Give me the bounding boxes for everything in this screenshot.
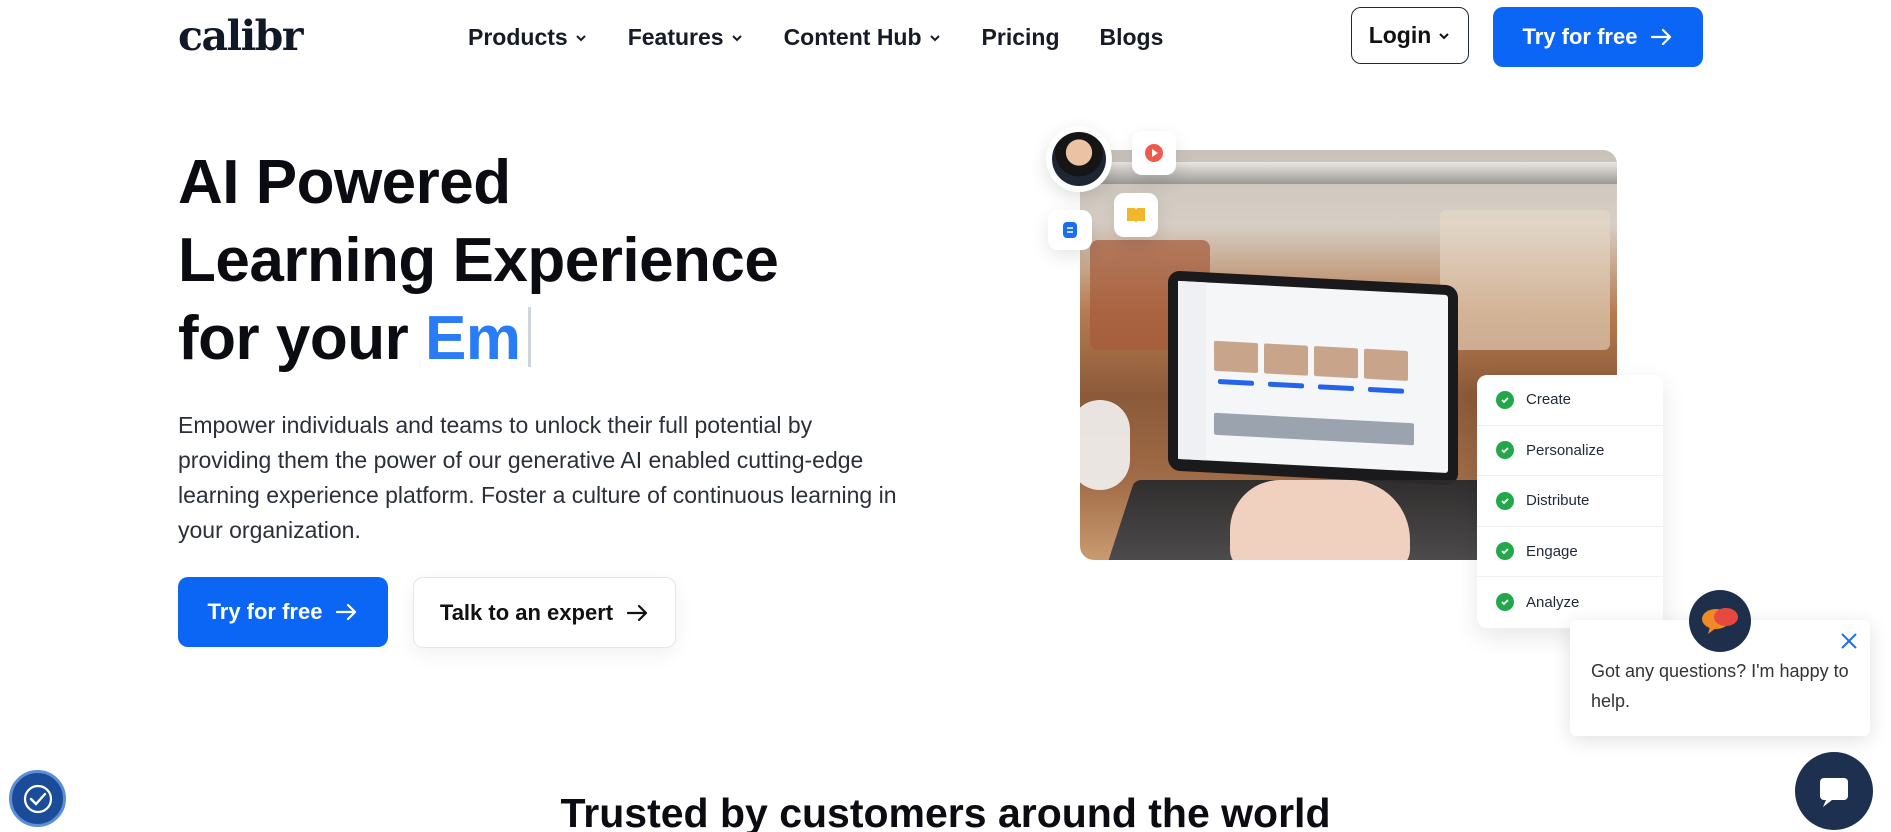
login-button[interactable]: Login [1351,7,1469,64]
nav-item-label: Pricing [981,24,1060,50]
avatar [1046,126,1112,192]
arrow-right-icon [627,604,648,621]
trusted-heading: Trusted by customers around the world [560,790,1331,832]
hero-description: Empower individuals and teams to unlock … [178,412,897,543]
book-icon [1114,193,1158,237]
photo-cup [1080,400,1130,490]
login-label: Login [1368,22,1432,48]
nav-item-products[interactable]: Products [468,24,588,51]
logo[interactable]: calibr [178,12,303,60]
nav-item-label: Products [468,24,568,50]
chat-message: Got any questions? I'm happy to help. [1591,661,1849,711]
close-icon[interactable] [1838,630,1860,652]
step-label: Distribute [1526,492,1590,510]
typed-text: Em [424,304,521,373]
chat-icon [1689,590,1751,652]
step-label: Create [1526,391,1572,409]
step-label: Personalize [1526,441,1605,459]
screen-card-row [1214,412,1414,446]
talk-to-expert-button[interactable]: Talk to an expert [413,577,676,648]
screen-card [1314,346,1358,379]
nav-item-label: Blogs [1099,24,1164,50]
secondary-cta-label: Talk to an expert [439,599,614,625]
screen-card [1364,348,1408,381]
arrow-right-icon [1651,28,1672,46]
doc-icon [1048,210,1092,250]
screen-button [1318,384,1354,392]
nav-item-pricing[interactable]: Pricing [982,24,1060,51]
typing-caret [528,307,532,367]
check-icon [1496,542,1514,561]
check-icon [1496,593,1514,612]
arrow-right-icon [336,603,357,621]
chevron-down-icon [929,34,940,41]
step-label: Engage [1526,542,1578,560]
check-icon [1496,390,1514,409]
screen-card [1264,343,1308,376]
hero-title: AI Powered Learning Experience for your … [178,144,779,378]
step-item: Distribute [1477,476,1663,527]
play-icon [1132,131,1176,175]
site-header: calibr Products Features Content Hub Pri… [0,0,1891,76]
screen-card [1214,340,1258,374]
steps-card: Create Personalize Distribute Engage Ana… [1477,375,1663,628]
try-for-free-button[interactable]: Try for free [178,577,388,647]
main-nav: Products Features Content Hub Pricing Bl… [468,24,1163,51]
screen-sidebar [1178,280,1206,461]
hero-title-line3: for your [178,304,409,373]
primary-cta-label: Try for free [207,599,323,624]
screen-button [1268,381,1304,389]
chevron-down-icon [575,34,586,41]
laptop [1168,270,1458,486]
chevron-down-icon [731,34,742,41]
step-item: Personalize [1477,426,1663,476]
screen-button [1218,379,1254,386]
nav-item-label: Features [627,24,724,50]
nav-item-blogs[interactable]: Blogs [1100,24,1164,51]
step-item: Engage [1477,527,1663,577]
screen-button [1368,386,1404,394]
check-icon [1496,441,1514,460]
hero-title-line2: Learning Experience [178,226,779,295]
try-for-free-header-button[interactable]: Try for free [1493,7,1703,67]
step-label: Analyze [1526,593,1580,611]
nav-item-content-hub[interactable]: Content Hub [784,24,942,51]
avatar-face [1052,132,1106,186]
check-icon [1496,491,1514,510]
hero-title-line1: AI Powered [178,148,511,217]
chevron-down-icon [1439,32,1450,39]
try-label: Try for free [1522,24,1638,49]
photo-hands [1230,480,1410,560]
photo-background-shape [1440,210,1610,350]
step-item: Create [1477,375,1663,426]
laptop-screen [1178,280,1448,474]
nav-item-label: Content Hub [783,24,922,50]
nav-item-features[interactable]: Features [628,24,744,51]
